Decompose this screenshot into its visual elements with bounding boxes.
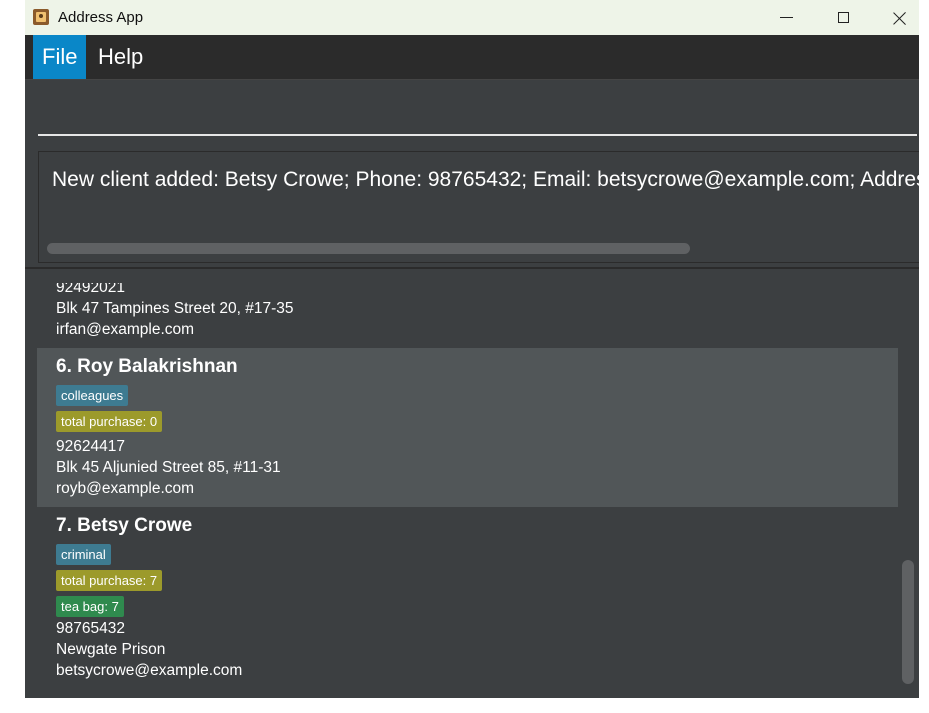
person-address: Blk 45 Aljunied Street 85, #11-31 bbox=[56, 459, 281, 476]
minimize-icon bbox=[779, 17, 793, 18]
person-card[interactable]: 92492021 Blk 47 Tampines Street 20, #17-… bbox=[37, 283, 898, 348]
result-horizontal-scrollbar[interactable] bbox=[47, 243, 690, 254]
tag-criminal: criminal bbox=[56, 544, 111, 565]
command-input-underline bbox=[38, 134, 917, 136]
tag-total-purchase: total purchase: 7 bbox=[56, 570, 163, 591]
person-phone: 92624417 bbox=[56, 438, 125, 455]
person-card-selected[interactable]: 6. Roy Balakrishnan colleagues total pur… bbox=[37, 348, 898, 507]
person-name: 7. Betsy Crowe bbox=[56, 515, 193, 536]
minimize-button[interactable] bbox=[763, 0, 809, 35]
menu-bar: File Help bbox=[25, 35, 919, 80]
person-email: irfan@example.com bbox=[56, 321, 195, 338]
menu-file[interactable]: File bbox=[33, 35, 87, 79]
title-bar: Address App bbox=[25, 0, 919, 35]
person-list[interactable]: 92492021 Blk 47 Tampines Street 20, #17-… bbox=[37, 283, 898, 688]
person-address: Newgate Prison bbox=[56, 641, 166, 658]
close-button[interactable] bbox=[877, 0, 919, 35]
person-list-vertical-scrollbar[interactable] bbox=[902, 560, 914, 684]
person-phone: 98765432 bbox=[56, 620, 125, 637]
close-icon bbox=[893, 11, 907, 25]
result-display[interactable]: New client added: Betsy Crowe; Phone: 98… bbox=[38, 151, 919, 263]
person-address: Blk 47 Tampines Street 20, #17-35 bbox=[56, 300, 294, 317]
maximize-button[interactable] bbox=[820, 0, 866, 35]
maximize-icon bbox=[837, 12, 849, 23]
result-text: New client added: Betsy Crowe; Phone: 98… bbox=[52, 168, 919, 191]
person-name: 6. Roy Balakrishnan bbox=[56, 356, 238, 377]
app-icon bbox=[33, 9, 49, 25]
person-email: royb@example.com bbox=[56, 480, 195, 497]
tag-total-purchase: total purchase: 0 bbox=[56, 411, 163, 432]
person-phone: 92492021 bbox=[56, 283, 125, 296]
tag-tea-bag: tea bag: 7 bbox=[56, 596, 124, 617]
address-app-window: Address App File Help New client added: … bbox=[25, 0, 919, 698]
tag-colleagues: colleagues bbox=[56, 385, 129, 406]
person-email: betsycrowe@example.com bbox=[56, 662, 243, 679]
person-card[interactable]: 7. Betsy Crowe criminal total purchase: … bbox=[37, 507, 898, 688]
command-box[interactable] bbox=[25, 80, 919, 144]
result-display-pane: New client added: Betsy Crowe; Phone: 98… bbox=[25, 145, 919, 269]
window-title: Address App bbox=[58, 9, 144, 26]
menu-help[interactable]: Help bbox=[89, 35, 152, 79]
